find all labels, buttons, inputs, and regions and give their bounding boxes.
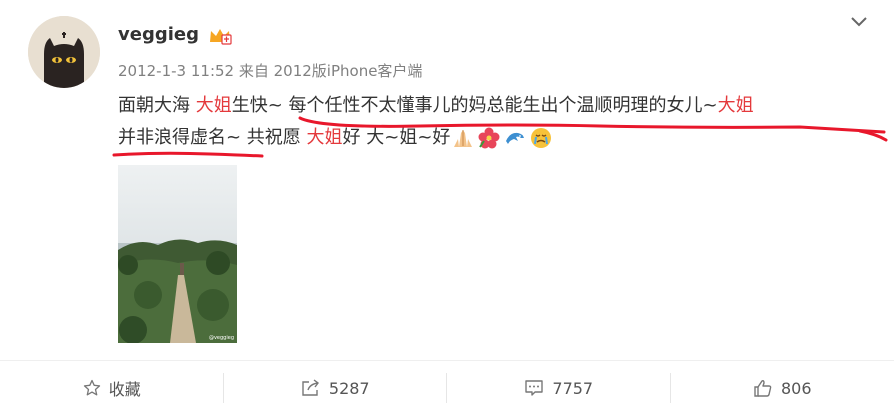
topic-highlight[interactable]: 大姐 (196, 95, 232, 116)
repost-icon (302, 379, 319, 396)
avatar[interactable] (28, 16, 100, 88)
chevron-down-icon[interactable] (850, 16, 868, 28)
post-content: 面朝大海 大姐生快~ 每个任性不太懂事儿的妈总能生出个温顺明理的女儿~大姐 并非浪… (118, 90, 878, 154)
post-photo[interactable]: @veggieg (118, 165, 237, 343)
vip-crown-badge-icon[interactable] (208, 26, 232, 46)
favorite-label: 收藏 (108, 380, 141, 399)
post-meta: 2012-1-3 11:52 来自 2012版iPhone客户端 (118, 62, 423, 80)
topic-highlight[interactable]: 大姐 (718, 95, 754, 116)
comment-button[interactable]: 7757 (447, 361, 671, 415)
pray-icon (454, 130, 473, 147)
emoji-group (452, 122, 556, 154)
sob-face-icon (531, 128, 552, 148)
dolphin-icon (506, 132, 525, 144)
content-text: 好 大~姐~好 (342, 127, 451, 148)
star-icon (83, 379, 100, 396)
weibo-post-card: veggieg 2012-1-3 11:52 来自 2012版iPhone客户端… (0, 0, 894, 415)
like-count: 806 (780, 378, 812, 398)
comment-icon (525, 380, 544, 396)
thumbs-up-icon (754, 380, 772, 397)
like-button[interactable]: 806 (671, 361, 894, 415)
content-text: 并非浪得虚名~ 共祝愿 (118, 127, 307, 148)
content-text: 面朝大海 (118, 95, 196, 116)
photo-watermark: @veggieg (208, 335, 234, 341)
username[interactable]: veggieg (118, 24, 199, 45)
repost-count: 5287 (328, 378, 370, 398)
hibiscus-icon (478, 127, 500, 149)
topic-highlight[interactable]: 大姐 (307, 127, 343, 148)
action-bar: 收藏 5287 7757 806 (0, 361, 894, 415)
comment-count: 7757 (552, 378, 594, 398)
favorite-button[interactable]: 收藏 (0, 361, 224, 415)
content-text: 生快~ 每个任性不太懂事儿的妈总能生出个温顺明理的女儿~ (231, 95, 718, 116)
repost-button[interactable]: 5287 (224, 361, 447, 415)
